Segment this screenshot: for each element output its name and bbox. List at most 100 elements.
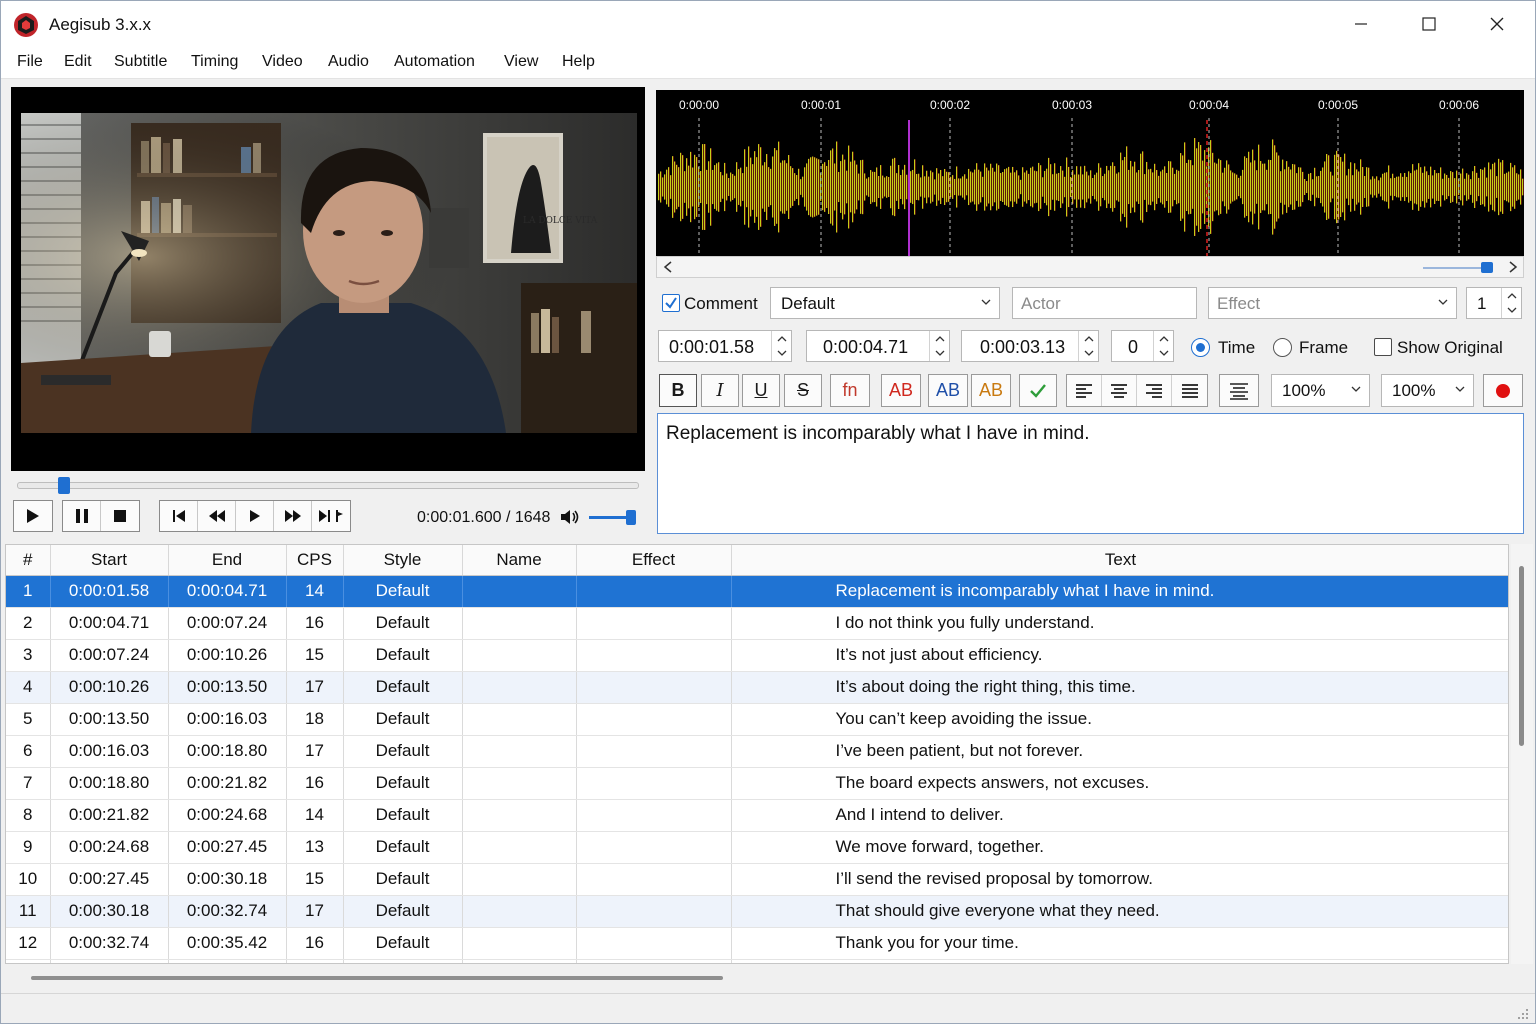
previous-frame-button[interactable] xyxy=(160,501,198,531)
column-header-effect[interactable]: Effect xyxy=(576,545,732,576)
chevron-left-icon[interactable] xyxy=(662,260,674,274)
effect-dropdown[interactable]: Effect xyxy=(1208,287,1457,319)
volume-thumb[interactable] xyxy=(626,510,636,525)
spin-buttons[interactable] xyxy=(1501,288,1521,318)
layer-spinner[interactable]: 1 xyxy=(1466,287,1522,319)
secondary-color-button[interactable]: AB xyxy=(928,374,968,407)
column-header-number[interactable]: # xyxy=(6,545,51,576)
align-center-button[interactable] xyxy=(1102,375,1137,406)
align-right-button[interactable] xyxy=(1137,375,1172,406)
menu-help[interactable]: Help xyxy=(562,53,595,71)
menu-video[interactable]: Video xyxy=(262,53,303,71)
italic-button[interactable]: I xyxy=(701,374,739,407)
spin-buttons[interactable] xyxy=(771,331,791,361)
subtitle-row[interactable]: 6 0:00:16.03 0:00:18.80 17 Default I’ve been … xyxy=(6,735,1508,768)
stop-button[interactable] xyxy=(101,501,139,531)
column-header-cps[interactable]: CPS xyxy=(286,545,344,576)
scale-x-dropdown[interactable]: 100% xyxy=(1271,374,1370,407)
play-button[interactable] xyxy=(14,501,52,531)
video-seek-slider[interactable] xyxy=(17,482,639,489)
subtitle-row[interactable]: 1 0:00:01.58 0:00:04.71 14 Default Replacemen… xyxy=(6,575,1508,608)
end-time-input[interactable]: 0:00:04.71 xyxy=(806,330,950,362)
scale-y-dropdown[interactable]: 100% xyxy=(1381,374,1474,407)
play-line-button[interactable] xyxy=(236,501,274,531)
subtitle-text-editor[interactable]: Replacement is incomparably what I have … xyxy=(657,413,1524,534)
duration-input[interactable]: 0:00:03.13 xyxy=(961,330,1099,362)
spin-up-icon[interactable] xyxy=(1080,332,1098,346)
spin-down-icon[interactable] xyxy=(1080,346,1098,360)
line-spacing-button[interactable] xyxy=(1219,374,1259,407)
audio-zoom-thumb[interactable] xyxy=(1481,262,1493,273)
chevron-right-icon[interactable] xyxy=(1507,260,1519,274)
menu-view[interactable]: View xyxy=(504,53,538,71)
column-header-name[interactable]: Name xyxy=(462,545,577,576)
frame-mode-radio[interactable] xyxy=(1273,338,1292,357)
column-header-end[interactable]: End xyxy=(168,545,287,576)
subtitle-row[interactable]: 7 0:00:18.80 0:00:21.82 16 Default The board … xyxy=(6,767,1508,800)
spin-buttons[interactable] xyxy=(929,331,949,361)
subtitle-row[interactable]: 4 0:00:10.26 0:00:13.50 17 Default It’s about… xyxy=(6,671,1508,704)
video-seek-thumb[interactable] xyxy=(58,477,70,494)
subtitle-row[interactable]: 9 0:00:24.68 0:00:27.45 13 Default We move fo… xyxy=(6,831,1508,864)
spin-up-icon[interactable] xyxy=(773,332,791,346)
audio-scrollbar[interactable] xyxy=(656,256,1524,278)
style-dropdown[interactable]: Default xyxy=(770,287,1000,319)
underline-button[interactable]: U xyxy=(742,374,780,407)
play-to-end-button[interactable] xyxy=(312,501,350,531)
record-button[interactable] xyxy=(1483,374,1523,407)
primary-color-button[interactable]: AB xyxy=(881,374,921,407)
video-display[interactable]: LA DOLCE VITA xyxy=(11,87,645,471)
menu-timing[interactable]: Timing xyxy=(191,53,238,71)
spin-down-icon[interactable] xyxy=(1503,303,1521,317)
resize-grip-icon[interactable] xyxy=(1517,1008,1529,1020)
fast-forward-button[interactable] xyxy=(274,501,312,531)
start-time-input[interactable]: 0:00:01.58 xyxy=(658,330,792,362)
spin-up-icon[interactable] xyxy=(1503,289,1521,303)
show-original-checkbox[interactable] xyxy=(1374,338,1392,356)
margin-input[interactable]: 0 xyxy=(1111,330,1174,362)
spin-buttons[interactable] xyxy=(1153,331,1173,361)
subtitle-row[interactable]: 12 0:00:32.74 0:00:35.42 16 Default Thank you… xyxy=(6,927,1508,960)
align-left-button[interactable] xyxy=(1067,375,1102,406)
grid-horizontal-scroll-thumb[interactable] xyxy=(31,976,723,980)
column-header-text[interactable]: Text xyxy=(731,545,1508,576)
grid-vertical-scroll-thumb[interactable] xyxy=(1519,566,1524,746)
menu-file[interactable]: File xyxy=(17,53,43,71)
pause-button[interactable] xyxy=(63,501,101,531)
subtitle-row[interactable]: 8 0:00:21.82 0:00:24.68 14 Default And I inte… xyxy=(6,799,1508,832)
subtitle-row[interactable]: 2 0:00:04.71 0:00:07.24 16 Default I do not t… xyxy=(6,607,1508,640)
menu-automation[interactable]: Automation xyxy=(394,53,475,71)
menu-audio[interactable]: Audio xyxy=(328,53,369,71)
minimize-button[interactable] xyxy=(1327,1,1395,47)
actor-input[interactable]: Actor xyxy=(1012,287,1197,319)
column-header-style[interactable]: Style xyxy=(343,545,463,576)
rewind-button[interactable] xyxy=(198,501,236,531)
spin-down-icon[interactable] xyxy=(773,346,791,360)
volume-icon[interactable] xyxy=(559,507,581,527)
maximize-button[interactable] xyxy=(1395,1,1463,47)
bold-button[interactable]: B xyxy=(659,374,697,407)
subtitle-grid[interactable]: # Start End CPS Style Name Effect Text 1… xyxy=(5,544,1509,964)
subtitle-row[interactable]: 5 0:00:13.50 0:00:16.03 18 Default You can’t … xyxy=(6,703,1508,736)
audio-waveform-display[interactable]: 0:00:00 0:00:01 0:00:02 0:00:03 0:00:04 0:00:… xyxy=(656,90,1524,256)
column-header-start[interactable]: Start xyxy=(50,545,169,576)
justify-button[interactable] xyxy=(1172,375,1207,406)
spin-up-icon[interactable] xyxy=(931,332,949,346)
spin-down-icon[interactable] xyxy=(931,346,949,360)
font-button[interactable]: fn xyxy=(830,374,870,407)
subtitle-row[interactable]: 10 0:00:27.45 0:00:30.18 15 Default I’ll send… xyxy=(6,863,1508,896)
commit-button[interactable] xyxy=(1019,374,1057,407)
strikeout-button[interactable]: S xyxy=(784,374,822,407)
close-button[interactable] xyxy=(1463,1,1531,47)
spin-up-icon[interactable] xyxy=(1155,332,1173,346)
time-mode-radio[interactable] xyxy=(1191,338,1210,357)
outline-color-button[interactable]: AB xyxy=(971,374,1011,407)
subtitle-row[interactable]: 11 0:00:30.18 0:00:32.74 17 Default That shou… xyxy=(6,895,1508,928)
spin-buttons[interactable] xyxy=(1078,331,1098,361)
subtitle-row[interactable]: 3 0:00:07.24 0:00:10.26 15 Default It’s not j… xyxy=(6,639,1508,672)
audio-zoom-slider[interactable] xyxy=(1423,267,1487,269)
spin-down-icon[interactable] xyxy=(1155,346,1173,360)
menu-subtitle[interactable]: Subtitle xyxy=(114,53,167,71)
menu-edit[interactable]: Edit xyxy=(64,53,92,71)
comment-checkbox[interactable] xyxy=(662,294,680,312)
